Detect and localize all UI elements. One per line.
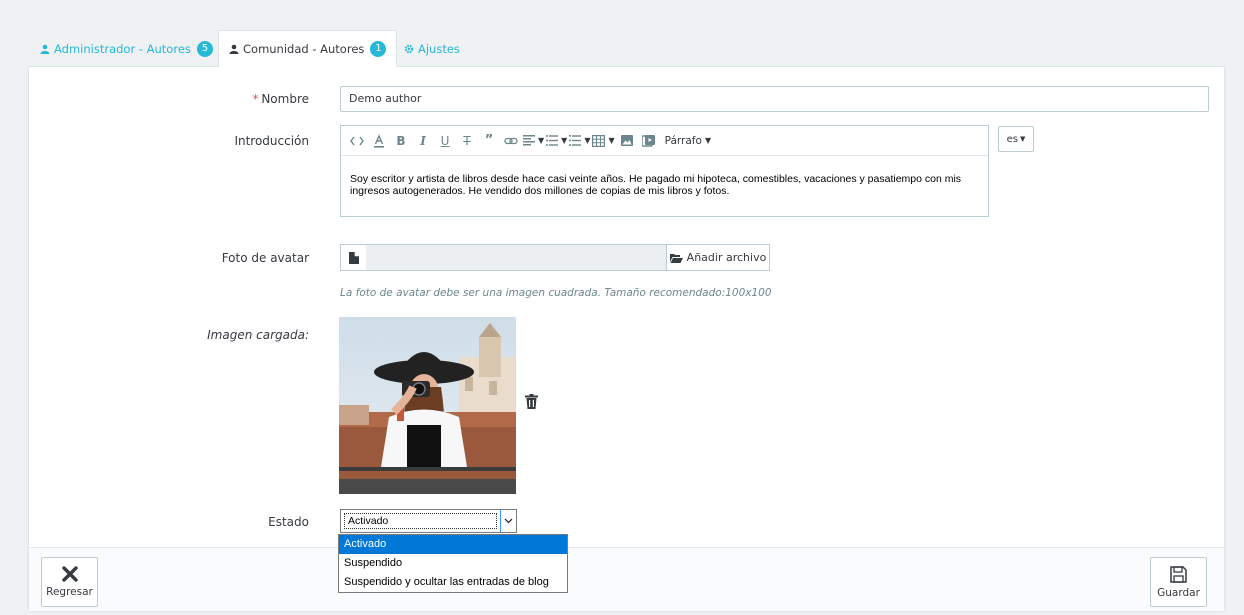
bold-icon[interactable]: B [391, 130, 411, 152]
required-mark: * [252, 92, 259, 106]
tab-label: Comunidad - Autores [243, 41, 365, 56]
bullet-list-icon [546, 135, 559, 146]
bullet-list-dropdown[interactable]: ▼ [546, 130, 567, 152]
tab-comunidad-autores[interactable]: Comunidad - Autores 1 [218, 30, 398, 67]
name-input[interactable]: Demo author [340, 86, 1209, 112]
uploaded-image-label: Imagen cargada: [207, 328, 309, 342]
add-file-button[interactable]: Añadir archivo [666, 244, 770, 271]
table-dropdown[interactable]: ▼ [592, 130, 615, 152]
numbered-list-icon [569, 135, 582, 146]
video-icon[interactable] [639, 130, 659, 152]
table-icon [592, 134, 606, 147]
paragraph-label: Párrafo [664, 134, 702, 147]
status-options-list: Activado Suspendido Suspendido y ocultar… [338, 534, 568, 593]
align-left-icon [523, 135, 535, 146]
numbered-list-dropdown[interactable]: ▼ [569, 130, 590, 152]
tab-administrador-autores[interactable]: Administrador - Autores 5 [30, 30, 223, 67]
language-code: es [1006, 133, 1018, 145]
status-selected-value: Activado [344, 513, 497, 529]
avatar-help-text: La foto de avatar debe ser una imagen cu… [340, 287, 772, 299]
user-icon [40, 44, 50, 54]
editor-content[interactable]: Soy escritor y artista de libros desde h… [341, 156, 988, 197]
intro-label: Introducción [234, 134, 309, 148]
tab-label: Administrador - Autores [54, 41, 191, 56]
file-icon [340, 244, 366, 271]
status-label: Estado [268, 515, 309, 529]
editor-toolbar: B I U T ” ▼ ▼ ▼ ▼ Párrafo ▼ [341, 126, 988, 156]
quote-icon[interactable]: ” [479, 130, 499, 152]
caret-down-icon: ▼ [1019, 135, 1026, 143]
gear-icon [404, 44, 414, 53]
save-button[interactable]: Guardar [1150, 557, 1207, 607]
back-label: Regresar [46, 586, 93, 598]
status-option-suspendido-ocultar[interactable]: Suspendido y ocultar las entradas de blo… [339, 573, 567, 592]
save-label: Guardar [1157, 586, 1200, 599]
top-strip [0, 0, 1244, 6]
uploaded-avatar-image [339, 317, 516, 494]
underline-icon[interactable]: U [435, 130, 455, 152]
rich-text-editor: B I U T ” ▼ ▼ ▼ ▼ Párrafo ▼ Soy escritor … [340, 125, 989, 217]
link-icon[interactable] [501, 130, 521, 152]
avatar-file-input: Añadir archivo [340, 244, 770, 271]
name-label: * Nombre [252, 92, 309, 106]
close-icon [61, 566, 78, 582]
user-icon [229, 44, 239, 54]
save-icon [1170, 565, 1187, 583]
status-option-activado[interactable]: Activado [339, 535, 567, 554]
status-select[interactable]: Activado [340, 509, 517, 533]
delete-image-icon[interactable] [525, 394, 538, 412]
form-panel: * Nombre Demo author Introducción B I U T… [28, 66, 1225, 611]
folder-open-icon [669, 253, 683, 263]
code-view-icon[interactable] [347, 130, 367, 152]
add-file-label: Añadir archivo [686, 251, 767, 264]
avatar-label: Foto de avatar [221, 251, 309, 265]
language-selector-button[interactable]: es ▼ [998, 126, 1034, 152]
paragraph-format-dropdown[interactable]: Párrafo ▼ [661, 130, 715, 152]
strikethrough-icon[interactable]: T [457, 130, 477, 152]
font-color-icon[interactable] [369, 130, 389, 152]
status-option-suspendido[interactable]: Suspendido [339, 554, 567, 573]
count-badge: 5 [196, 40, 213, 57]
file-path-field[interactable] [366, 244, 666, 271]
image-icon[interactable] [617, 130, 637, 152]
chevron-down-icon[interactable] [500, 510, 516, 532]
name-label-text: Nombre [261, 92, 309, 106]
panel-footer: Regresar Guardar [29, 547, 1224, 611]
count-badge: 1 [370, 40, 387, 57]
tab-ajustes[interactable]: Ajustes [394, 30, 470, 67]
tab-label: Ajustes [418, 41, 460, 56]
back-button[interactable]: Regresar [41, 557, 98, 607]
align-dropdown[interactable]: ▼ [523, 130, 544, 152]
italic-icon[interactable]: I [413, 130, 433, 152]
